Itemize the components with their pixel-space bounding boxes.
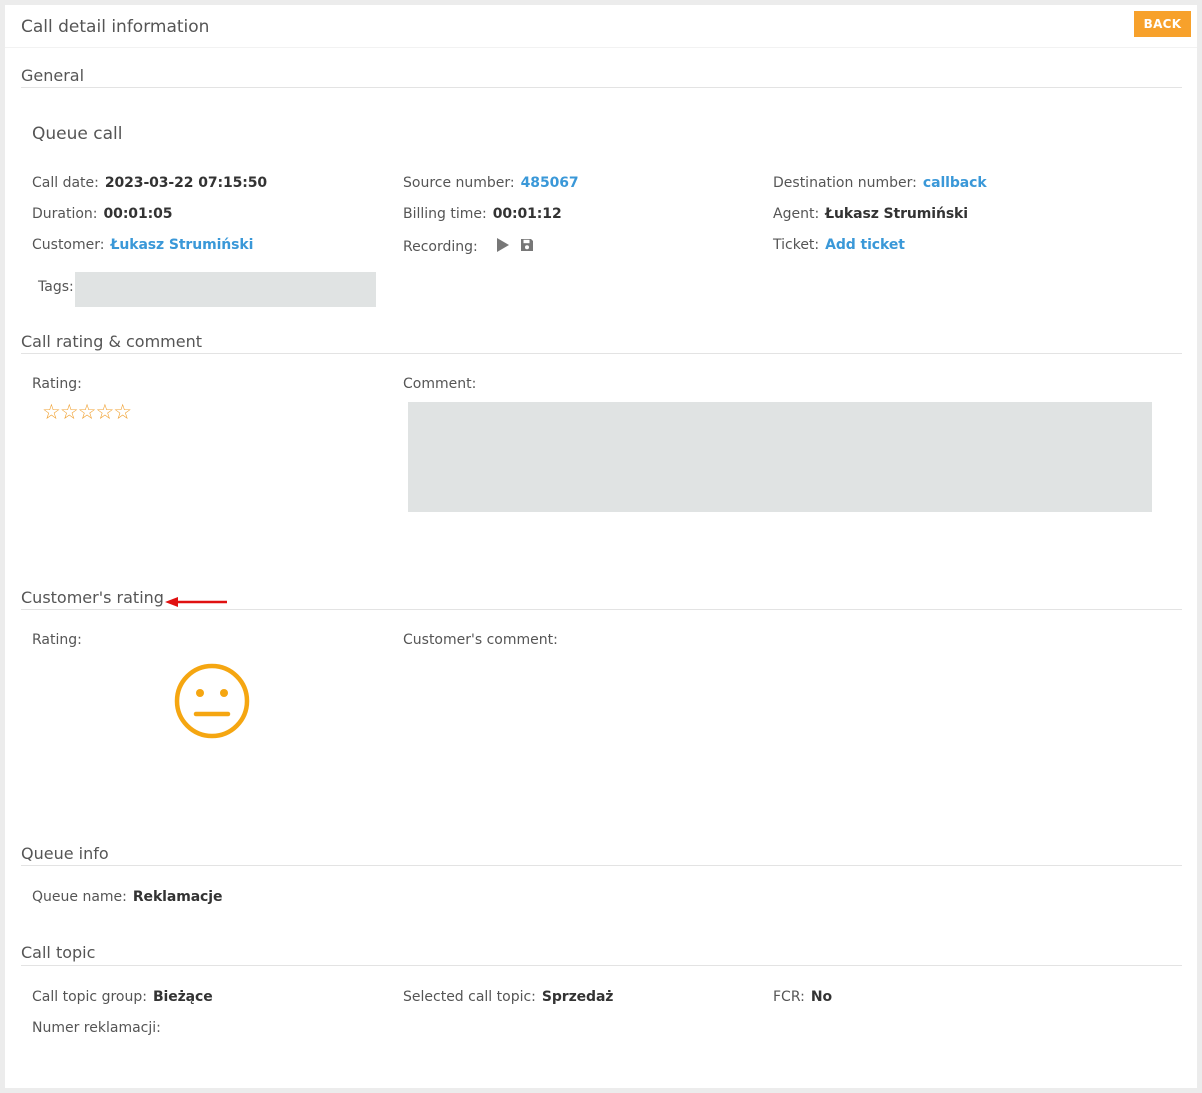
section-title-call-topic: Call topic bbox=[21, 943, 96, 962]
selected-call-topic-label: Selected call topic: bbox=[403, 989, 536, 1005]
recording-label: Recording: bbox=[403, 239, 478, 255]
source-number-label: Source number: bbox=[403, 175, 515, 191]
fcr-value: No bbox=[810, 989, 832, 1005]
selected-call-topic-field: Selected call topic: Sprzedaż bbox=[403, 989, 613, 1005]
numer-reklamacji-field: Numer reklamacji: bbox=[32, 1020, 167, 1036]
section-divider bbox=[21, 609, 1182, 610]
star-rating[interactable]: ☆☆☆☆☆ bbox=[42, 400, 132, 424]
numer-reklamacji-label: Numer reklamacji: bbox=[32, 1020, 161, 1036]
customer-field: Customer: Łukasz Strumiński bbox=[32, 237, 253, 253]
neutral-face-icon bbox=[173, 662, 251, 744]
section-title-call-rating: Call rating & comment bbox=[21, 332, 203, 351]
duration-field: Duration: 00:01:05 bbox=[32, 206, 172, 222]
play-icon[interactable] bbox=[496, 237, 510, 257]
section-divider bbox=[21, 353, 1182, 354]
tags-input[interactable] bbox=[75, 272, 376, 307]
billing-time-field: Billing time: 00:01:12 bbox=[403, 206, 562, 222]
save-icon[interactable] bbox=[520, 238, 534, 256]
customer-comment-label: Customer's comment: bbox=[403, 632, 558, 648]
section-title-general: General bbox=[21, 66, 85, 85]
source-number-link[interactable]: 485067 bbox=[521, 175, 579, 191]
section-title-customer-rating: Customer's rating bbox=[21, 588, 164, 607]
call-date-field: Call date: 2023-03-22 07:15:50 bbox=[32, 175, 267, 191]
comment-label: Comment: bbox=[403, 376, 477, 392]
section-divider bbox=[21, 87, 1182, 88]
page-title: Call detail information bbox=[21, 17, 210, 37]
section-divider bbox=[21, 965, 1182, 966]
destination-number-label: Destination number: bbox=[773, 175, 917, 191]
section-divider bbox=[21, 865, 1182, 866]
call-topic-group-label: Call topic group: bbox=[32, 989, 147, 1005]
call-type-heading: Queue call bbox=[32, 124, 123, 144]
queue-name-field: Queue name: Reklamacje bbox=[32, 889, 222, 905]
back-button[interactable]: BACK bbox=[1134, 11, 1191, 37]
source-number-field: Source number: 485067 bbox=[403, 175, 579, 191]
ticket-field: Ticket: Add ticket bbox=[773, 237, 905, 253]
queue-name-label: Queue name: bbox=[32, 889, 127, 905]
call-rating-label: Rating: bbox=[32, 376, 82, 392]
tags-label: Tags: bbox=[38, 279, 74, 295]
destination-number-link[interactable]: callback bbox=[923, 175, 987, 191]
agent-field: Agent: Łukasz Strumiński bbox=[773, 206, 968, 222]
add-ticket-link[interactable]: Add ticket bbox=[825, 237, 905, 253]
call-date-value: 2023-03-22 07:15:50 bbox=[104, 175, 268, 191]
call-detail-panel: Call detail information BACK General Que… bbox=[5, 5, 1197, 1088]
queue-name-value: Reklamacje bbox=[132, 889, 223, 905]
customer-label: Customer: bbox=[32, 237, 105, 253]
recording-field: Recording: bbox=[403, 237, 534, 257]
comment-textarea[interactable] bbox=[408, 402, 1152, 512]
fcr-label: FCR: bbox=[773, 989, 805, 1005]
billing-time-label: Billing time: bbox=[403, 206, 487, 222]
fcr-field: FCR: No bbox=[773, 989, 832, 1005]
selected-call-topic-value: Sprzedaż bbox=[541, 989, 614, 1005]
call-topic-group-value: Bieżące bbox=[152, 989, 213, 1005]
agent-value: Łukasz Strumiński bbox=[825, 206, 968, 222]
ticket-label: Ticket: bbox=[773, 237, 820, 253]
section-title-queue-info: Queue info bbox=[21, 844, 109, 863]
duration-value: 00:01:05 bbox=[103, 206, 173, 222]
customer-link[interactable]: Łukasz Strumiński bbox=[110, 237, 253, 253]
duration-label: Duration: bbox=[32, 206, 98, 222]
header-divider bbox=[5, 47, 1197, 48]
billing-time-value: 00:01:12 bbox=[492, 206, 562, 222]
call-topic-group-field: Call topic group: Bieżące bbox=[32, 989, 213, 1005]
agent-label: Agent: bbox=[773, 206, 820, 222]
customer-rating-label: Rating: bbox=[32, 632, 82, 648]
destination-number-field: Destination number: callback bbox=[773, 175, 987, 191]
call-date-label: Call date: bbox=[32, 175, 99, 191]
